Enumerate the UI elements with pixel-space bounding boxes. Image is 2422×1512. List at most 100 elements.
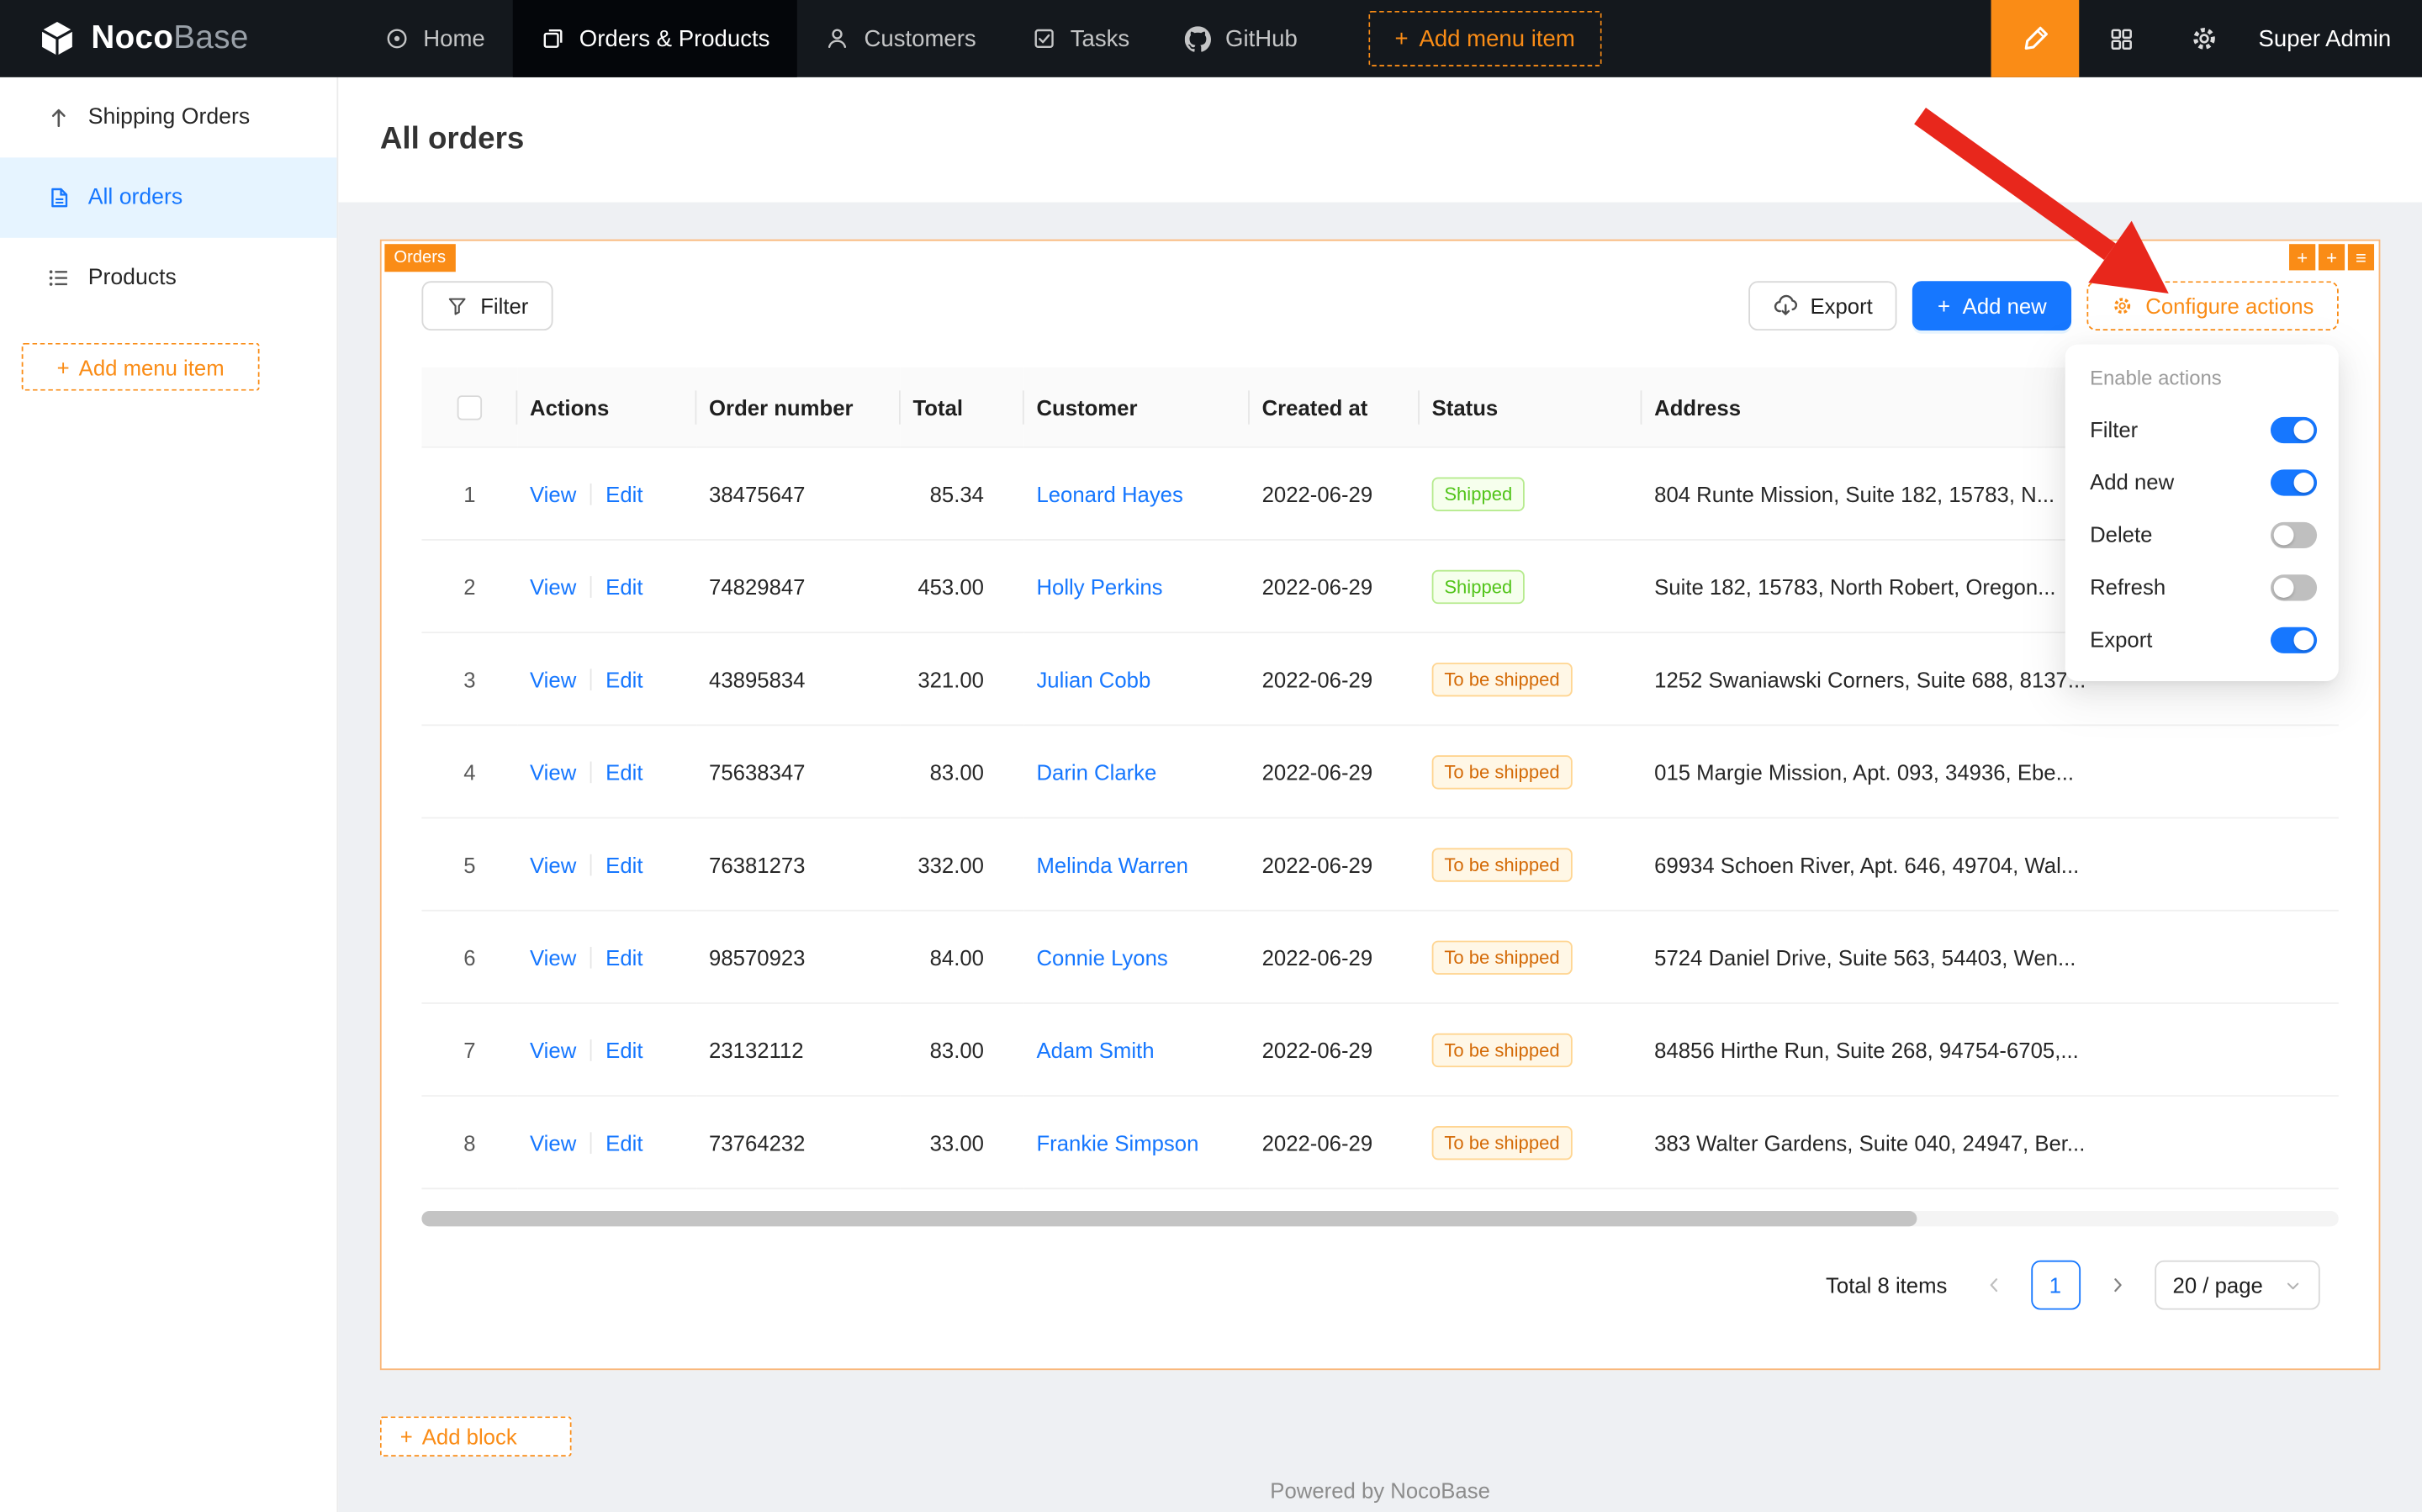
customer-link[interactable]: Leonard Hayes: [1036, 482, 1182, 506]
status-badge: To be shipped: [1432, 1126, 1573, 1160]
view-link[interactable]: View: [530, 1038, 576, 1062]
pagination-prev-button[interactable]: [1970, 1262, 2017, 1308]
cell-address: 5724 Daniel Drive, Suite 563, 54403, Wen…: [1642, 911, 2338, 1003]
column-header: Created at: [1250, 367, 1420, 447]
content-area: Orders + + ≡ Filter: [338, 203, 2422, 1512]
nav-item-home[interactable]: Home: [357, 0, 513, 77]
dropdown-item-add-new[interactable]: Add new: [2065, 456, 2339, 508]
edit-link[interactable]: Edit: [606, 945, 643, 970]
view-link[interactable]: View: [530, 1130, 576, 1155]
status-badge: To be shipped: [1432, 755, 1573, 789]
table-row: 1 ViewEdit 38475647 85.34 Leonard Hayes …: [421, 447, 2338, 540]
edit-link[interactable]: Edit: [606, 853, 643, 877]
designer-add-icon[interactable]: +: [2319, 244, 2345, 270]
cell-created-at: 2022-06-29: [1250, 818, 1420, 911]
view-link[interactable]: View: [530, 945, 576, 970]
divider: [590, 854, 592, 875]
cell-created-at: 2022-06-29: [1250, 1004, 1420, 1097]
nav-item-orders-products[interactable]: Orders & Products: [513, 0, 798, 77]
select-all-checkbox[interactable]: [457, 396, 482, 420]
export-toggle[interactable]: [2271, 626, 2317, 653]
pagination-next-button[interactable]: [2094, 1262, 2140, 1308]
horizontal-scrollbar-thumb[interactable]: [421, 1212, 1917, 1227]
cell-created-at: 2022-06-29: [1250, 540, 1420, 632]
designer-add-icon[interactable]: +: [2289, 244, 2315, 270]
customer-link[interactable]: Frankie Simpson: [1036, 1130, 1198, 1155]
logo-cube-icon: [37, 19, 77, 59]
dropdown-item-delete[interactable]: Delete: [2065, 508, 2339, 560]
edit-link[interactable]: Edit: [606, 667, 643, 691]
nav-item-tasks[interactable]: Tasks: [1004, 0, 1157, 77]
add-menu-item-button[interactable]: + Add menu item: [1368, 11, 1601, 66]
dropdown-item-filter[interactable]: Filter: [2065, 403, 2339, 455]
configure-actions-button[interactable]: Configure actions: [2087, 281, 2339, 330]
nav-item-label: Orders & Products: [579, 25, 770, 51]
sidebar-item-all-orders[interactable]: All orders: [0, 157, 336, 238]
cell-total: 453.00: [901, 540, 1024, 632]
sidebar-add-menu-item-button[interactable]: + Add menu item: [22, 343, 260, 391]
plus-icon: +: [400, 1424, 413, 1448]
cell-total: 83.00: [901, 726, 1024, 818]
page-header: All orders: [338, 77, 2422, 203]
edit-link[interactable]: Edit: [606, 574, 643, 599]
filter-funnel-icon: [447, 295, 468, 317]
block-designer-tag: Orders: [384, 244, 455, 272]
cell-order-number: 23132112: [696, 1004, 900, 1097]
edit-link[interactable]: Edit: [606, 1038, 643, 1062]
dropdown-item-export[interactable]: Export: [2065, 613, 2339, 665]
user-menu[interactable]: Super Admin: [2246, 25, 2422, 51]
chevron-down-icon: [2285, 1277, 2302, 1294]
edit-link[interactable]: Edit: [606, 1130, 643, 1155]
orders-table: Actions Order number Total Customer Crea…: [421, 367, 2338, 1190]
horizontal-scrollbar-track: [421, 1212, 2338, 1227]
filter-toggle[interactable]: [2271, 416, 2317, 442]
nocobase-logo[interactable]: NocoBase: [0, 0, 338, 77]
nav-item-customers[interactable]: Customers: [797, 0, 1003, 77]
gear-icon: [2112, 295, 2134, 317]
edit-link[interactable]: Edit: [606, 482, 643, 506]
view-link[interactable]: View: [530, 759, 576, 784]
divider: [590, 1039, 592, 1061]
add-block-button[interactable]: + Add block: [380, 1416, 572, 1456]
plugins-grid-icon[interactable]: [2079, 0, 2162, 77]
divider: [590, 1132, 592, 1154]
customer-link[interactable]: Darin Clarke: [1036, 759, 1156, 784]
customer-link[interactable]: Holly Perkins: [1036, 574, 1162, 599]
view-link[interactable]: View: [530, 853, 576, 877]
status-badge: To be shipped: [1432, 663, 1573, 696]
divider: [590, 484, 592, 505]
column-header: Actions: [517, 367, 696, 447]
nav-item-github[interactable]: GitHub: [1157, 0, 1325, 77]
delete-toggle[interactable]: [2271, 521, 2317, 547]
add-new-toggle[interactable]: [2271, 468, 2317, 494]
export-button[interactable]: Export: [1748, 281, 1897, 330]
settings-gear-icon[interactable]: [2163, 0, 2246, 77]
status-badge: To be shipped: [1432, 1033, 1573, 1066]
customer-link[interactable]: Adam Smith: [1036, 1038, 1154, 1062]
pagination-page-1[interactable]: 1: [2031, 1261, 2081, 1310]
view-link[interactable]: View: [530, 574, 576, 599]
view-link[interactable]: View: [530, 667, 576, 691]
customer-link[interactable]: Julian Cobb: [1036, 667, 1150, 691]
top-navbar: NocoBase Home Orders & Products Customer…: [0, 0, 2422, 77]
row-index: 5: [421, 818, 517, 911]
filter-button[interactable]: Filter: [421, 281, 553, 330]
column-header: Order number: [696, 367, 900, 447]
ui-editor-button[interactable]: [1991, 0, 2080, 77]
designer-menu-icon[interactable]: ≡: [2348, 244, 2374, 270]
sidebar-item-products[interactable]: Products: [0, 238, 336, 319]
view-link[interactable]: View: [530, 482, 576, 506]
cell-created-at: 2022-06-29: [1250, 911, 1420, 1003]
page-size-select[interactable]: 20 / page: [2155, 1261, 2320, 1310]
refresh-toggle[interactable]: [2271, 574, 2317, 600]
edit-link[interactable]: Edit: [606, 759, 643, 784]
sidebar-item-shipping-orders[interactable]: Shipping Orders: [0, 77, 336, 158]
customer-link[interactable]: Melinda Warren: [1036, 853, 1188, 877]
divider: [590, 947, 592, 969]
cell-address: 383 Walter Gardens, Suite 040, 24947, Be…: [1642, 1097, 2338, 1189]
add-new-button[interactable]: + Add new: [1913, 281, 2072, 330]
dropdown-item-refresh[interactable]: Refresh: [2065, 561, 2339, 613]
table-row: 6 ViewEdit 98570923 84.00 Connie Lyons 2…: [421, 911, 2338, 1003]
sidebar-item-label: Products: [88, 266, 177, 290]
customer-link[interactable]: Connie Lyons: [1036, 945, 1167, 970]
